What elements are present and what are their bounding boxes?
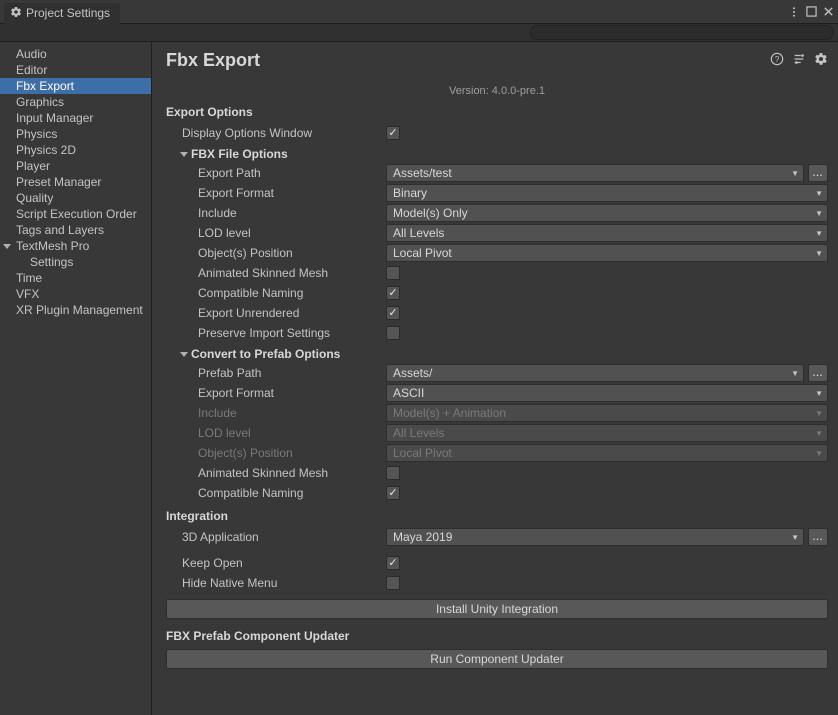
display-options-window-checkbox[interactable]: [386, 126, 400, 140]
include-label: Include: [198, 206, 386, 220]
include-dropdown[interactable]: Model(s) Only▼: [386, 204, 828, 222]
convert-to-prefab-foldout[interactable]: Convert to Prefab Options: [166, 347, 828, 361]
3d-application-dropdown[interactable]: Maya 2019▼: [386, 528, 804, 546]
install-unity-integration-button[interactable]: Install Unity Integration: [166, 599, 828, 619]
sidebar-item-audio[interactable]: Audio: [0, 46, 151, 62]
prefab-lod-level-dropdown: All Levels▼: [386, 424, 828, 442]
hide-native-menu-label: Hide Native Menu: [182, 576, 386, 590]
window-tab[interactable]: Project Settings: [4, 3, 120, 24]
lod-level-label: LOD level: [198, 226, 386, 240]
maximize-icon[interactable]: [806, 6, 817, 17]
sidebar-item-tags-and-layers[interactable]: Tags and Layers: [0, 222, 151, 238]
window-title: Project Settings: [26, 6, 110, 20]
version-label: Version: 4.0.0-pre.1: [166, 85, 828, 97]
prefab-path-dropdown[interactable]: Assets/▼: [386, 364, 804, 382]
sidebar-item-tmp-settings[interactable]: Settings: [0, 254, 151, 270]
integration-header: Integration: [166, 509, 828, 523]
content-panel: Fbx Export ? Version: 4.0.0-pre.1 Export…: [152, 42, 838, 715]
keep-open-checkbox[interactable]: [386, 556, 400, 570]
prefab-animated-skinned-mesh-label: Animated Skinned Mesh: [198, 466, 386, 480]
prefab-include-dropdown: Model(s) + Animation▼: [386, 404, 828, 422]
sidebar-item-physics-2d[interactable]: Physics 2D: [0, 142, 151, 158]
export-path-label: Export Path: [198, 166, 386, 180]
fbx-prefab-updater-header: FBX Prefab Component Updater: [166, 629, 828, 643]
hide-native-menu-checkbox[interactable]: [386, 576, 400, 590]
export-path-browse-button[interactable]: ...: [808, 164, 828, 182]
close-icon[interactable]: [823, 6, 834, 17]
prefab-animated-skinned-mesh-checkbox[interactable]: [386, 466, 400, 480]
sidebar-item-xr-plugin-management[interactable]: XR Plugin Management: [0, 302, 151, 318]
export-format-label: Export Format: [198, 186, 386, 200]
compatible-naming-label: Compatible Naming: [198, 286, 386, 300]
export-unrendered-label: Export Unrendered: [198, 306, 386, 320]
prefab-lod-level-label: LOD level: [198, 426, 386, 440]
3d-application-browse-button[interactable]: ...: [808, 528, 828, 546]
animated-skinned-mesh-label: Animated Skinned Mesh: [198, 266, 386, 280]
prefab-compatible-naming-checkbox[interactable]: [386, 486, 400, 500]
prefab-include-label: Include: [198, 406, 386, 420]
prefab-export-format-dropdown[interactable]: ASCII▼: [386, 384, 828, 402]
compatible-naming-checkbox[interactable]: [386, 286, 400, 300]
objects-position-label: Object(s) Position: [198, 246, 386, 260]
settings-gear-icon[interactable]: [814, 52, 828, 69]
svg-text:?: ?: [775, 55, 780, 64]
help-icon[interactable]: ?: [770, 52, 784, 69]
sidebar-item-graphics[interactable]: Graphics: [0, 94, 151, 110]
sidebar-item-input-manager[interactable]: Input Manager: [0, 110, 151, 126]
page-title: Fbx Export: [166, 50, 260, 71]
export-format-dropdown[interactable]: Binary▼: [386, 184, 828, 202]
objects-position-dropdown[interactable]: Local Pivot▼: [386, 244, 828, 262]
animated-skinned-mesh-checkbox[interactable]: [386, 266, 400, 280]
foldout-icon: [180, 152, 188, 157]
fbx-file-options-foldout[interactable]: FBX File Options: [166, 147, 828, 161]
export-options-header: Export Options: [166, 105, 828, 119]
export-path-dropdown[interactable]: Assets/test▼: [386, 164, 804, 182]
keep-open-label: Keep Open: [182, 556, 386, 570]
sidebar-item-script-execution-order[interactable]: Script Execution Order: [0, 206, 151, 222]
preset-icon[interactable]: [792, 52, 806, 69]
prefab-compatible-naming-label: Compatible Naming: [198, 486, 386, 500]
kebab-icon[interactable]: [788, 6, 800, 18]
prefab-path-label: Prefab Path: [198, 366, 386, 380]
sidebar-item-player[interactable]: Player: [0, 158, 151, 174]
foldout-icon: [180, 352, 188, 357]
preserve-import-settings-label: Preserve Import Settings: [198, 326, 386, 340]
titlebar: Project Settings: [0, 0, 838, 24]
lod-level-dropdown[interactable]: All Levels▼: [386, 224, 828, 242]
sidebar-item-preset-manager[interactable]: Preset Manager: [0, 174, 151, 190]
sidebar-item-fbx-export[interactable]: Fbx Export: [0, 78, 151, 94]
run-component-updater-button[interactable]: Run Component Updater: [166, 649, 828, 669]
sidebar-item-vfx[interactable]: VFX: [0, 286, 151, 302]
foldout-icon[interactable]: [3, 244, 13, 249]
sidebar-item-physics[interactable]: Physics: [0, 126, 151, 142]
prefab-objects-position-dropdown: Local Pivot▼: [386, 444, 828, 462]
preserve-import-settings-checkbox[interactable]: [386, 326, 400, 340]
sidebar-item-textmesh-pro[interactable]: TextMesh Pro: [0, 238, 151, 254]
gear-icon: [10, 6, 22, 21]
3d-application-label: 3D Application: [182, 530, 386, 544]
sidebar: Audio Editor Fbx Export Graphics Input M…: [0, 42, 152, 715]
display-options-window-label: Display Options Window: [182, 126, 386, 140]
prefab-objects-position-label: Object(s) Position: [198, 446, 386, 460]
export-unrendered-checkbox[interactable]: [386, 306, 400, 320]
sidebar-item-time[interactable]: Time: [0, 270, 151, 286]
search-input[interactable]: [530, 25, 834, 40]
toolbar: [0, 24, 838, 42]
sidebar-item-quality[interactable]: Quality: [0, 190, 151, 206]
prefab-export-format-label: Export Format: [198, 386, 386, 400]
sidebar-item-editor[interactable]: Editor: [0, 62, 151, 78]
prefab-path-browse-button[interactable]: ...: [808, 364, 828, 382]
